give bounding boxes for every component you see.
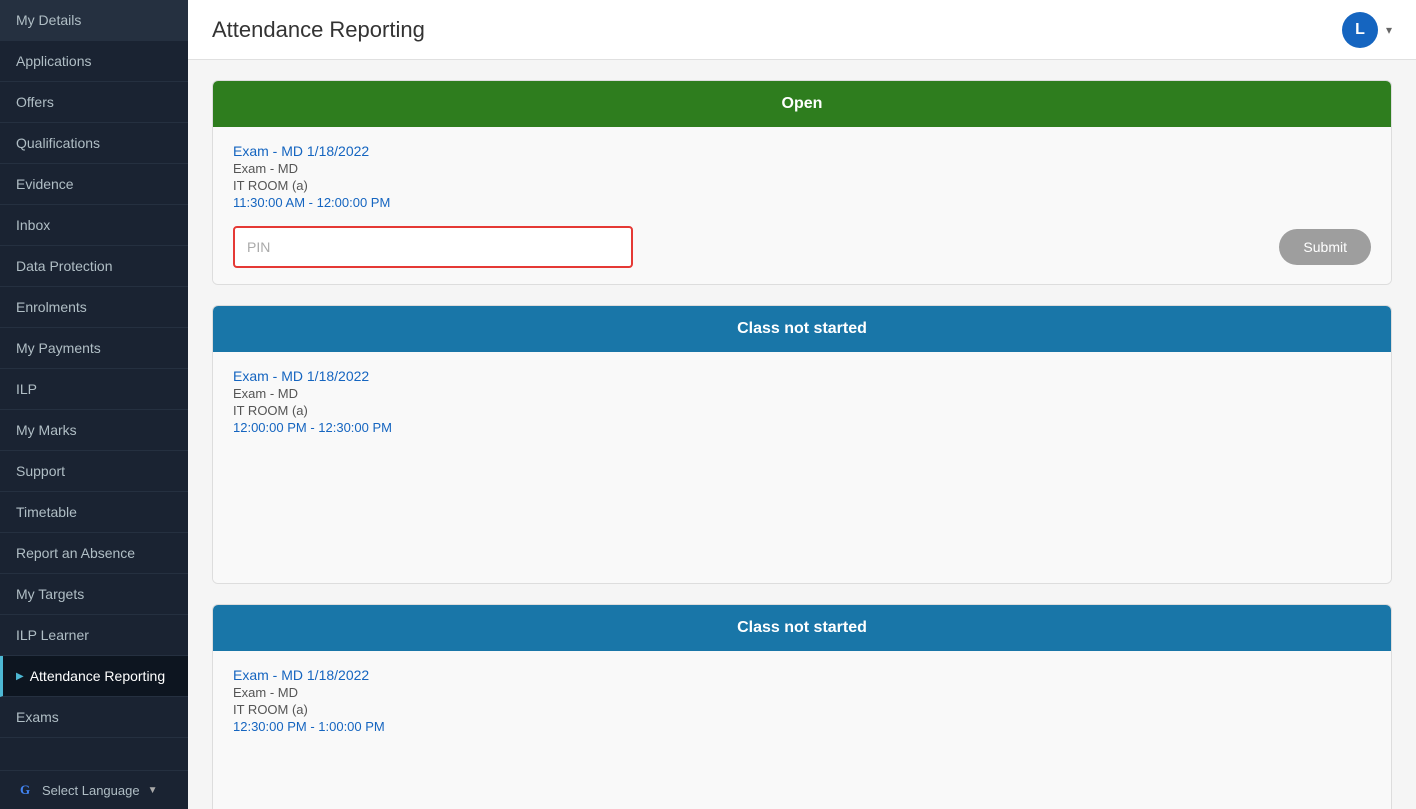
sidebar-item-label-report-an-absence: Report an Absence (16, 545, 135, 561)
sidebar-item-applications[interactable]: Applications (0, 41, 188, 82)
sidebar-item-my-marks[interactable]: My Marks (0, 410, 188, 451)
session-title-1: Exam - MD 1/18/2022 (233, 368, 1371, 384)
card-body-1: Exam - MD 1/18/2022 Exam - MD IT ROOM (a) 1… (213, 352, 1391, 583)
session-title-2: Exam - MD 1/18/2022 (233, 667, 1371, 683)
sidebar-item-ilp[interactable]: ILP (0, 369, 188, 410)
user-avatar[interactable]: L (1342, 12, 1378, 48)
page-title: Attendance Reporting (212, 17, 425, 43)
attendance-card-1: Class not startedExam - MD 1/18/2022Exam… (212, 305, 1392, 584)
session-room-2: IT ROOM (a) (233, 702, 1371, 717)
sidebar-item-support[interactable]: Support (0, 451, 188, 492)
submit-button[interactable]: Submit (1279, 229, 1371, 265)
user-menu-chevron-icon[interactable]: ▾ (1386, 23, 1392, 37)
sidebar-item-label-offers: Offers (16, 94, 54, 110)
select-language-label: Select Language (42, 783, 140, 798)
session-subtitle-0: Exam - MD (233, 161, 1371, 176)
sidebar-item-my-payments[interactable]: My Payments (0, 328, 188, 369)
sidebar-item-label-my-payments: My Payments (16, 340, 101, 356)
sidebar-item-offers[interactable]: Offers (0, 82, 188, 123)
session-subtitle-2: Exam - MD (233, 685, 1371, 700)
sidebar-item-label-my-targets: My Targets (16, 586, 84, 602)
sidebar-item-inbox[interactable]: Inbox (0, 205, 188, 246)
page-header: Attendance Reporting L ▾ (188, 0, 1416, 60)
sidebar-item-qualifications[interactable]: Qualifications (0, 123, 188, 164)
pin-row: Submit (233, 226, 1371, 268)
sidebar-item-label-inbox: Inbox (16, 217, 50, 233)
sidebar-item-label-evidence: Evidence (16, 176, 74, 192)
session-time-0: 11:30:00 AM - 12:00:00 PM (233, 195, 1371, 210)
card-header-2: Class not started (213, 605, 1391, 651)
sidebar-item-label-applications: Applications (16, 53, 92, 69)
sidebar-item-label-my-details: My Details (16, 12, 81, 28)
card-body-0: Exam - MD 1/18/2022 Exam - MD IT ROOM (a) 1… (213, 127, 1391, 284)
card-spacer-2 (233, 746, 1371, 809)
sidebar-item-timetable[interactable]: Timetable (0, 492, 188, 533)
pin-input[interactable] (233, 226, 633, 268)
card-header-0: Open (213, 81, 1391, 127)
sidebar-item-report-an-absence[interactable]: Report an Absence (0, 533, 188, 574)
sidebar-item-attendance-reporting[interactable]: Attendance Reporting (0, 656, 188, 697)
sidebar-item-label-my-marks: My Marks (16, 422, 77, 438)
sidebar-item-label-support: Support (16, 463, 65, 479)
attendance-card-2: Class not startedExam - MD 1/18/2022Exam… (212, 604, 1392, 809)
session-subtitle-1: Exam - MD (233, 386, 1371, 401)
card-body-2: Exam - MD 1/18/2022 Exam - MD IT ROOM (a) 1… (213, 651, 1391, 809)
sidebar-item-data-protection[interactable]: Data Protection (0, 246, 188, 287)
sidebar-item-enrolments[interactable]: Enrolments (0, 287, 188, 328)
sidebar-item-evidence[interactable]: Evidence (0, 164, 188, 205)
card-spacer-1 (233, 447, 1371, 567)
google-icon: G (16, 781, 34, 799)
sidebar-item-label-data-protection: Data Protection (16, 258, 113, 274)
sidebar-item-my-details[interactable]: My Details (0, 0, 188, 41)
sidebar-item-label-ilp: ILP (16, 381, 37, 397)
sidebar-item-label-attendance-reporting: Attendance Reporting (30, 668, 165, 684)
attendance-card-0: Open Exam - MD 1/18/2022 Exam - MD IT ROOM … (212, 80, 1392, 285)
content-area: Open Exam - MD 1/18/2022 Exam - MD IT ROOM … (188, 60, 1416, 809)
header-right: L ▾ (1342, 12, 1392, 48)
sidebar-item-label-enrolments: Enrolments (16, 299, 87, 315)
session-room-1: IT ROOM (a) (233, 403, 1371, 418)
sidebar-item-label-qualifications: Qualifications (16, 135, 100, 151)
sidebar-item-label-ilp-learner: ILP Learner (16, 627, 89, 643)
select-language-button[interactable]: G Select Language ▼ (0, 770, 188, 809)
session-time-2: 12:30:00 PM - 1:00:00 PM (233, 719, 1371, 734)
main-content: Attendance Reporting L ▾ OpenExam - MD 1… (188, 0, 1416, 809)
card-header-1: Class not started (213, 306, 1391, 352)
sidebar-item-label-timetable: Timetable (16, 504, 77, 520)
language-dropdown-icon: ▼ (148, 785, 158, 796)
sidebar-item-my-targets[interactable]: My Targets (0, 574, 188, 615)
sidebar-item-exams[interactable]: Exams (0, 697, 188, 738)
sidebar-item-ilp-learner[interactable]: ILP Learner (0, 615, 188, 656)
sidebar: My Details Applications Offers Qualificatio… (0, 0, 188, 809)
session-title-0: Exam - MD 1/18/2022 (233, 143, 1371, 159)
sidebar-item-label-exams: Exams (16, 709, 59, 725)
session-room-0: IT ROOM (a) (233, 178, 1371, 193)
session-time-1: 12:00:00 PM - 12:30:00 PM (233, 420, 1371, 435)
